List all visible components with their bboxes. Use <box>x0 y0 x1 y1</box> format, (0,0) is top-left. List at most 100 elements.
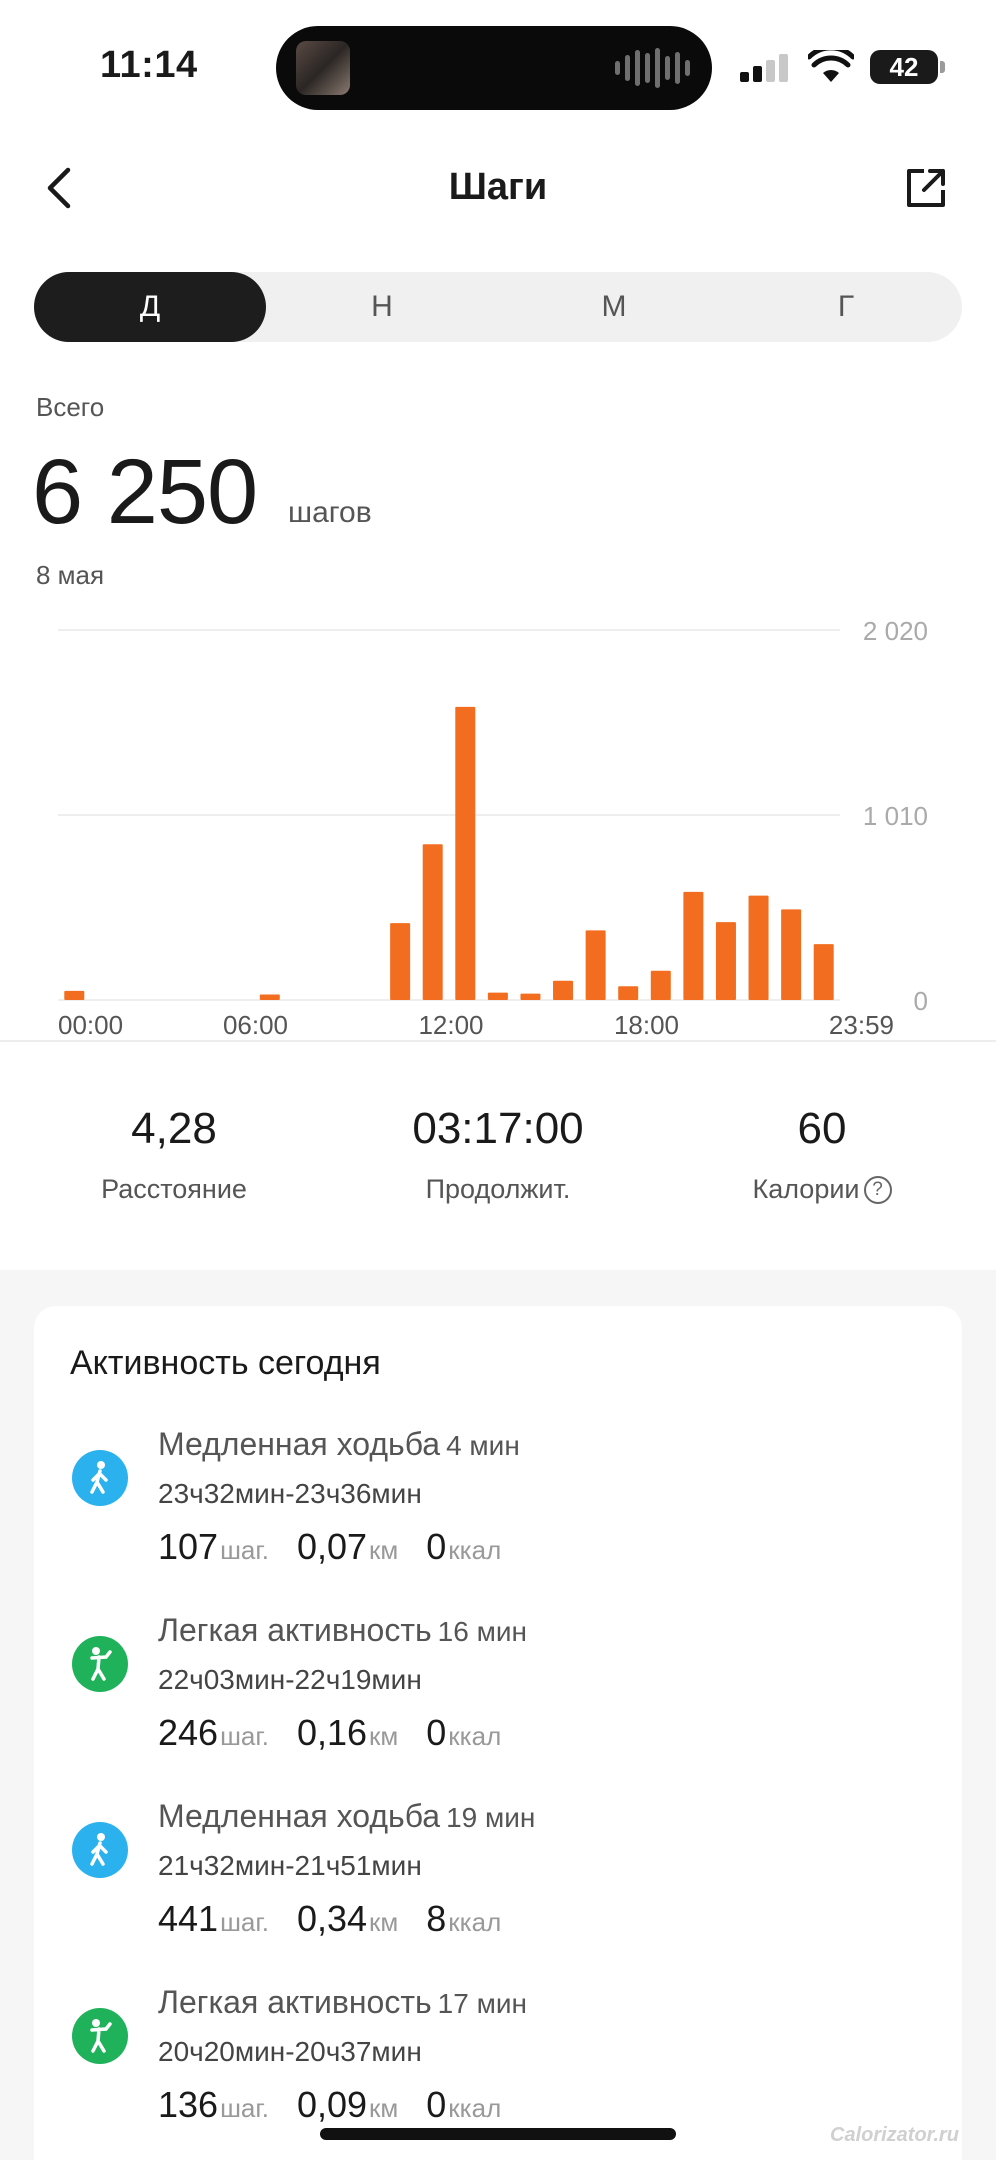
distance-label: Расстояние <box>101 1174 247 1204</box>
chart-bar <box>650 970 671 1000</box>
chart-bar <box>781 909 802 1000</box>
y-tick-label: 1 010 <box>863 801 928 831</box>
total-steps-unit: шагов <box>288 496 372 529</box>
activity-name: Легкая активность <box>158 1984 432 2020</box>
battery-cap <box>940 61 945 73</box>
running-person-icon <box>72 1636 128 1692</box>
audio-waveform-icon <box>615 48 690 88</box>
activity-name: Медленная ходьба <box>158 1798 441 1834</box>
running-person-icon <box>72 2008 128 2064</box>
activity-duration: 4 мин <box>446 1430 520 1461</box>
activity-name: Медленная ходьба <box>158 1426 441 1462</box>
y-tick-label: 0 <box>914 986 928 1016</box>
tab-week[interactable]: Н <box>266 272 498 342</box>
y-tick-label: 2 020 <box>863 616 928 646</box>
walking-person-icon <box>72 1822 128 1878</box>
chart-bar <box>748 895 769 1000</box>
kcal-unit: ккал <box>448 1907 502 1937</box>
activity-name: Легкая активность <box>158 1612 432 1648</box>
steps-unit: шаг. <box>220 1907 269 1937</box>
activity-duration: 16 мин <box>437 1616 527 1647</box>
chart-bar <box>455 706 476 1000</box>
activity-kcal: 0 <box>426 2084 447 2125</box>
activity-title: Активность сегодня <box>70 1344 381 1382</box>
steps-bar-chart[interactable]: 2 020 1 010 0 00:00 06:00 12:00 18:00 23:59 <box>0 600 996 1040</box>
chart-bar <box>553 980 574 1000</box>
selected-date: 8 мая <box>36 560 105 590</box>
cellular-signal-icon <box>740 54 788 82</box>
chart-bar <box>259 994 280 1000</box>
chart-bar <box>683 891 704 1000</box>
activity-duration: 19 мин <box>446 1802 536 1833</box>
wifi-icon <box>808 50 854 82</box>
distance-unit: км <box>369 1721 399 1751</box>
help-icon[interactable]: ? <box>863 1175 892 1204</box>
activity-item[interactable]: Медленная ходьба 4 мин 23ч32мин-23ч36мин … <box>34 1426 962 1596</box>
status-time: 11:14 <box>100 44 198 86</box>
kcal-unit: ккал <box>448 1535 502 1565</box>
x-tick-label: 06:00 <box>223 1010 288 1040</box>
activity-steps: 246 <box>158 1712 219 1753</box>
activity-steps: 441 <box>158 1898 219 1939</box>
steps-unit: шаг. <box>220 2093 269 2123</box>
duration-label: Продолжит. <box>425 1174 571 1204</box>
activity-steps: 107 <box>158 1526 219 1567</box>
activity-item[interactable]: Медленная ходьба 19 мин 21ч32мин-21ч51мин… <box>34 1798 962 1968</box>
chart-bar <box>64 990 85 1000</box>
walking-person-icon <box>72 1450 128 1506</box>
watermark-logo: Calorizator.ru <box>830 2124 959 2146</box>
chart-bar <box>585 930 606 1000</box>
tab-year[interactable]: Г <box>730 272 962 342</box>
stat-distance: 4,28 Расстояние <box>24 1104 324 1205</box>
activity-item[interactable]: Легкая активность 16 мин 22ч03мин-22ч19ми… <box>34 1612 962 1782</box>
page-title: Шаги <box>448 166 548 208</box>
chart-bar <box>715 922 736 1000</box>
activity-distance: 0,07 <box>296 1526 368 1567</box>
activity-steps: 136 <box>158 2084 219 2125</box>
duration-value: 03:17:00 <box>412 1104 584 1153</box>
activity-time-range: 21ч32мин-21ч51мин <box>158 1850 422 1881</box>
period-tabs: Д Н М Г <box>34 272 962 342</box>
activity-time-range: 23ч32мин-23ч36мин <box>158 1478 422 1509</box>
activity-time-range: 22ч03мин-22ч19мин <box>158 1664 422 1695</box>
distance-value: 4,28 <box>131 1104 217 1153</box>
tab-month[interactable]: М <box>498 272 730 342</box>
calories-value: 60 <box>797 1104 847 1153</box>
x-tick-label: 12:00 <box>418 1010 483 1040</box>
activity-duration: 17 мин <box>437 1988 527 2019</box>
kcal-unit: ккал <box>448 2093 502 2123</box>
distance-unit: км <box>369 1907 399 1937</box>
chart-bar <box>813 944 834 1000</box>
total-label: Всего <box>36 392 105 422</box>
x-tick-label: 23:59 <box>829 1010 894 1040</box>
kcal-unit: ккал <box>448 1721 502 1751</box>
stat-calories: 60 Калории ? <box>672 1104 972 1205</box>
calories-label: Калории <box>752 1174 860 1204</box>
divider <box>0 1040 996 1042</box>
chart-bar <box>487 992 508 1000</box>
tab-day[interactable]: Д <box>34 272 266 342</box>
total-steps-value: 6 250 <box>32 441 258 543</box>
share-icon[interactable] <box>904 166 948 210</box>
chart-bar <box>422 844 443 1000</box>
steps-unit: шаг. <box>220 1535 269 1565</box>
chart-bar <box>520 993 541 1000</box>
x-tick-label: 00:00 <box>58 1010 123 1040</box>
stat-duration: 03:17:00 Продолжит. <box>348 1104 648 1205</box>
activity-kcal: 0 <box>426 1712 447 1753</box>
activity-distance: 0,16 <box>296 1712 368 1753</box>
activity-time-range: 20ч20мин-20ч37мин <box>158 2036 422 2067</box>
activity-kcal: 8 <box>426 1898 447 1939</box>
steps-unit: шаг. <box>220 1721 269 1751</box>
x-tick-label: 18:00 <box>614 1010 679 1040</box>
distance-unit: км <box>369 2093 399 2123</box>
home-indicator[interactable] <box>320 2128 676 2140</box>
battery-indicator: 42 <box>870 50 938 84</box>
now-playing-artwork <box>296 41 350 95</box>
activity-distance: 0,09 <box>296 2084 368 2125</box>
chart-bar <box>618 986 639 1000</box>
activity-kcal: 0 <box>426 1526 447 1567</box>
activity-distance: 0,34 <box>296 1898 368 1939</box>
dynamic-island[interactable] <box>276 26 712 110</box>
activity-card: Активность сегодня Медленная ходьба 4 мин… <box>34 1306 962 2160</box>
